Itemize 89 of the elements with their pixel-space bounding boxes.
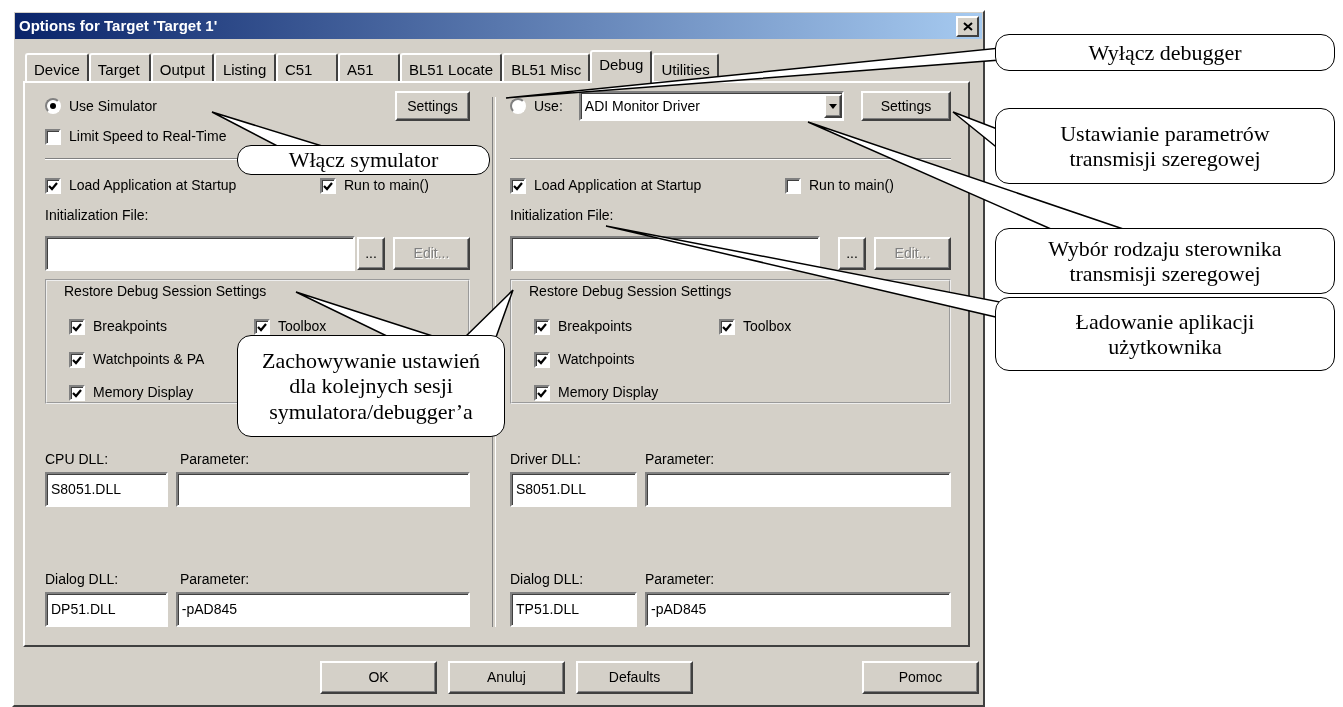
input-field[interactable] — [175, 472, 470, 507]
field-label: Parameter: — [180, 570, 250, 589]
input-field[interactable]: S8051.DLL — [45, 472, 168, 507]
checkbox-label: Toolbox — [278, 317, 327, 336]
field-label: Dialog DLL: — [45, 570, 120, 589]
field-label: Parameter: — [645, 450, 715, 469]
tab[interactable]: BL51 Locate — [399, 53, 503, 81]
checkmark-icon — [537, 354, 547, 365]
close-icon — [962, 21, 973, 31]
checkbox[interactable] — [69, 384, 85, 401]
checkbox-label: Memory Display — [93, 383, 194, 402]
tab[interactable]: Output — [150, 53, 214, 81]
input-field[interactable] — [45, 236, 355, 271]
checkbox[interactable] — [45, 128, 61, 145]
dialog-button[interactable]: OK — [320, 661, 437, 694]
caret-icon — [828, 103, 837, 109]
checkbox[interactable] — [534, 318, 550, 335]
window-title: Options for Target 'Target 1' — [19, 15, 218, 36]
callout: Wyłącz debugger — [995, 34, 1335, 71]
checkbox[interactable] — [254, 318, 270, 335]
checkbox[interactable] — [45, 177, 61, 194]
checkmark-icon — [323, 180, 333, 191]
input-field[interactable] — [510, 236, 820, 271]
settings-button[interactable]: Settings — [861, 91, 951, 121]
checkbox-label: Breakpoints — [558, 317, 632, 336]
dialog-button[interactable]: Anuluj — [448, 661, 565, 694]
dropdown-button[interactable] — [823, 94, 842, 118]
checkbox-label: Watchpoints — [558, 350, 635, 369]
tab[interactable]: Debug — [590, 50, 653, 83]
checkbox[interactable] — [719, 318, 735, 335]
radio-button[interactable] — [45, 98, 61, 114]
radio-button[interactable] — [510, 98, 526, 114]
checkmark-icon — [537, 321, 547, 332]
checkbox[interactable] — [320, 177, 336, 194]
tab[interactable]: Target — [88, 53, 151, 81]
checkmark-icon — [72, 387, 82, 398]
input-field[interactable] — [645, 472, 951, 507]
checkbox[interactable] — [510, 177, 526, 194]
checkbox-label: Load Application at Startup — [69, 176, 237, 195]
tab[interactable]: C51 — [275, 53, 338, 81]
field-label: Initialization File: — [510, 206, 615, 225]
checkbox[interactable] — [69, 351, 85, 368]
field-label: Parameter: — [180, 450, 250, 469]
checkmark-icon — [513, 180, 523, 191]
checkmark-icon — [257, 321, 267, 332]
checkmark-icon — [48, 180, 58, 191]
checkbox-label: Toolbox — [743, 317, 792, 336]
field-label: Dialog DLL: — [510, 570, 585, 589]
dropdown-field[interactable]: ADI Monitor Driver — [578, 91, 844, 121]
tab[interactable]: BL51 Misc — [502, 53, 591, 81]
callout: Wybór rodzaju sterownika transmisji szeregowej — [995, 228, 1335, 294]
checkmark-icon — [722, 321, 732, 332]
callout: Włącz symulator — [237, 145, 490, 175]
tab[interactable]: A51 — [337, 53, 400, 81]
checkbox[interactable] — [785, 177, 801, 194]
checkbox[interactable] — [534, 384, 550, 401]
checkbox-label: Run to main() — [809, 176, 894, 195]
checkmark-icon — [72, 321, 82, 332]
checkbox-label: Limit Speed to Real-Time — [69, 127, 227, 146]
input-field[interactable]: -pAD845 — [175, 592, 470, 627]
tab[interactable]: Device — [25, 53, 89, 81]
dialog-button[interactable]: Pomoc — [862, 661, 979, 694]
checkbox-label: Run to main() — [344, 176, 429, 195]
dialog-button[interactable]: Defaults — [576, 661, 693, 694]
input-field[interactable]: DP51.DLL — [45, 592, 168, 627]
field-label: Parameter: — [645, 570, 715, 589]
close-button[interactable] — [956, 15, 979, 37]
tab[interactable]: Listing — [213, 53, 276, 81]
checkmark-icon — [537, 387, 547, 398]
tab[interactable]: Utilities — [652, 53, 719, 81]
settings-button[interactable]: Settings — [395, 91, 470, 121]
field-label: CPU DLL: — [45, 450, 110, 469]
field-label: Driver DLL: — [510, 450, 582, 469]
checkmark-icon — [72, 354, 82, 365]
callout: Ładowanie aplikacji użytkownika — [995, 297, 1335, 371]
checkbox-label: Load Application at Startup — [534, 176, 702, 195]
checkbox[interactable] — [534, 351, 550, 368]
checkbox-label: Breakpoints — [93, 317, 167, 336]
input-field[interactable]: TP51.DLL — [510, 592, 637, 627]
field-label: Initialization File: — [45, 206, 150, 225]
radio-label: Use Simulator — [69, 96, 157, 116]
input-field[interactable]: S8051.DLL — [510, 472, 637, 507]
browse-button[interactable]: ... — [357, 237, 385, 270]
checkbox-label: Memory Display — [558, 383, 659, 402]
browse-button[interactable]: ... — [838, 237, 866, 270]
input-field[interactable]: -pAD845 — [645, 592, 951, 627]
checkbox-label: Watchpoints & PA — [93, 350, 205, 369]
checkbox[interactable] — [69, 318, 85, 335]
radio-label: Use: — [534, 96, 563, 116]
